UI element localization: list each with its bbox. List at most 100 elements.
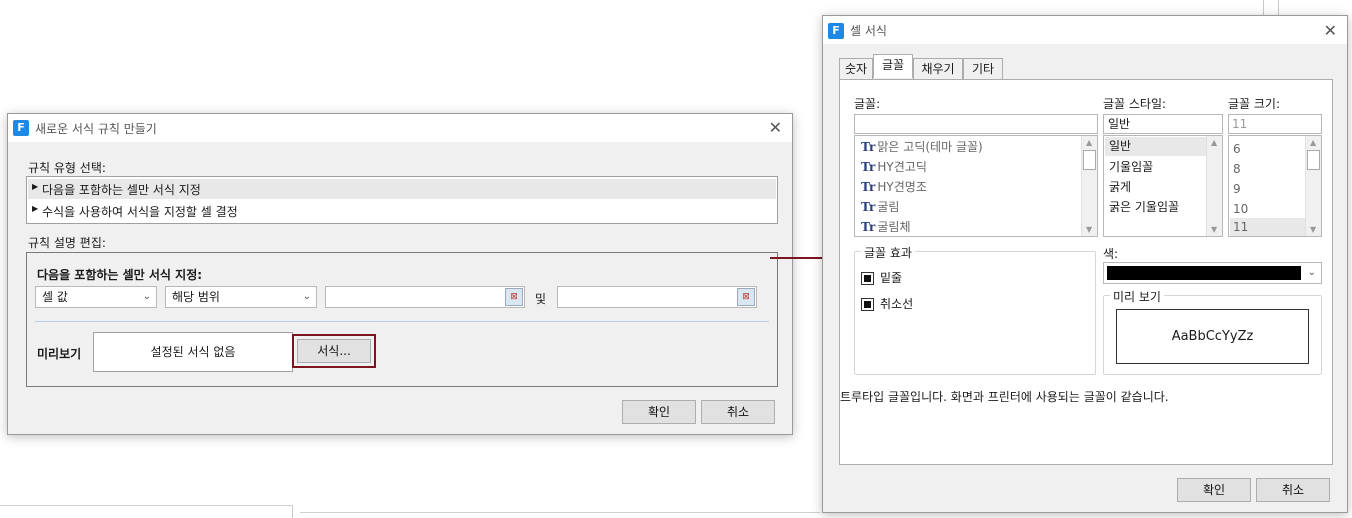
list-item[interactable]: ▶ 수식을 사용하여 서식을 지정할 셀 결정 xyxy=(28,201,776,221)
cancel-button[interactable]: 취소 xyxy=(1256,478,1330,502)
value2-input[interactable] xyxy=(557,286,757,308)
strikethrough-checkbox[interactable]: 취소선 xyxy=(861,295,913,312)
checkbox-icon xyxy=(861,272,874,285)
tab-fill[interactable]: 채우기 xyxy=(913,58,963,80)
input-value: 11 xyxy=(1232,117,1248,131)
scroll-down-icon[interactable]: ▼ xyxy=(1086,225,1092,234)
scroll-down-icon[interactable]: ▼ xyxy=(1310,225,1316,234)
list-item[interactable]: 10 xyxy=(1233,202,1248,216)
truetype-font-icon: Tr xyxy=(861,140,876,154)
close-icon[interactable]: ✕ xyxy=(1324,23,1337,39)
preview-group: 미리 보기 AaBbCcYyZz xyxy=(1103,288,1322,375)
chevron-down-icon: ⌄ xyxy=(302,291,311,302)
dialog-title: 셀 서식 xyxy=(850,24,887,38)
app-icon: F xyxy=(828,23,844,39)
list-item[interactable]: 일반 xyxy=(1105,137,1207,156)
list-item[interactable]: Tr HY견명조 xyxy=(861,178,927,195)
list-item[interactable]: Tr 굴림 xyxy=(861,198,899,215)
tab-bar: 숫자 글꼴 채우기 기타 xyxy=(839,54,1333,80)
format-button[interactable]: 서식... xyxy=(297,339,371,363)
rule-type-option: 수식을 사용하여 서식을 지정할 셀 결정 xyxy=(42,205,238,219)
truetype-font-icon: Tr xyxy=(861,220,876,234)
list-item[interactable]: 8 xyxy=(1233,162,1241,176)
condition-type-select[interactable]: 셀 값 ⌄ xyxy=(35,286,157,308)
font-style-label: 글꼴 스타일: xyxy=(1103,97,1167,111)
tab-number[interactable]: 숫자 xyxy=(839,58,873,80)
truetype-font-icon: Tr xyxy=(861,160,876,174)
ok-button[interactable]: 확인 xyxy=(1177,478,1251,502)
input-value: 일반 xyxy=(1108,117,1131,131)
font-effects-group: 글꼴 효과 밑줄 취소선 xyxy=(854,244,1096,375)
font-size-label: 글꼴 크기: xyxy=(1228,97,1281,111)
font-option: HY견고딕 xyxy=(877,160,927,174)
list-item[interactable]: Tr 굴림체 xyxy=(861,218,911,235)
list-item[interactable]: 6 xyxy=(1233,142,1241,156)
scroll-thumb[interactable] xyxy=(1083,150,1096,170)
app-icon: F xyxy=(13,120,29,136)
rule-type-label: 규칙 유형 선택: xyxy=(28,161,106,175)
list-item[interactable]: 9 xyxy=(1233,182,1241,196)
background-divider xyxy=(300,512,820,513)
list-item[interactable]: 굵게 xyxy=(1109,178,1131,195)
chevron-down-icon: ⌄ xyxy=(142,291,151,302)
font-size-scrollbar[interactable]: ▲ ▼ xyxy=(1305,136,1321,236)
list-item[interactable]: ▶ 다음을 포함하는 셀만 서식 지정 xyxy=(28,179,776,199)
tab-other[interactable]: 기타 xyxy=(963,58,1003,80)
cancel-button[interactable]: 취소 xyxy=(701,400,775,424)
range-select-icon[interactable]: ⊠ xyxy=(505,288,523,306)
preview-text: 설정된 서식 없음 xyxy=(150,345,236,359)
select-value: 셀 값 xyxy=(42,290,68,304)
preview-sample: AaBbCcYyZz xyxy=(1171,329,1254,344)
font-list: Tr 맑은 고딕(테마 글꼴) Tr HY견고딕 Tr HY견명조 Tr 굴림 Tr 굴림… xyxy=(854,135,1098,237)
condition-heading: 다음을 포함하는 셀만 서식 지정: xyxy=(37,268,203,282)
value1-input[interactable] xyxy=(325,286,525,308)
checkbox-icon xyxy=(861,298,874,311)
font-size-list: 6 8 9 10 11 ▲ ▼ xyxy=(1228,135,1322,237)
tab-font[interactable]: 글꼴 xyxy=(873,54,913,78)
checkbox-label: 취소선 xyxy=(880,297,914,311)
list-item[interactable]: Tr 맑은 고딕(테마 글꼴) xyxy=(861,138,983,155)
font-style-scrollbar[interactable]: ▲ ▼ xyxy=(1206,136,1222,236)
font-label: 글꼴: xyxy=(854,97,881,111)
scroll-up-icon[interactable]: ▲ xyxy=(1086,138,1092,147)
divider xyxy=(35,321,769,322)
truetype-font-icon: Tr xyxy=(861,200,876,214)
ok-button[interactable]: 확인 xyxy=(622,400,696,424)
color-label: 색: xyxy=(1103,247,1119,261)
title-bar: F 셀 서식 ✕ xyxy=(823,16,1347,44)
range-select-icon[interactable]: ⊠ xyxy=(737,288,755,306)
scroll-thumb[interactable] xyxy=(1307,150,1320,170)
preview-label: 미리보기 xyxy=(37,347,82,361)
operator-select[interactable]: 해당 범위 ⌄ xyxy=(165,286,317,308)
font-style-list: 일반 기울임꼴 굵게 굵은 기울임꼴 ▲ ▼ xyxy=(1103,135,1223,237)
font-style-input[interactable]: 일반 xyxy=(1103,114,1223,134)
font-name-input[interactable] xyxy=(854,114,1098,134)
dialog-title: 새로운 서식 규칙 만들기 xyxy=(35,122,157,136)
font-preview-box: AaBbCcYyZz xyxy=(1116,309,1309,364)
group-title: 미리 보기 xyxy=(1110,288,1164,305)
expand-icon: ▶ xyxy=(32,204,39,213)
font-option: 굴림체 xyxy=(877,220,911,234)
font-option: HY견명조 xyxy=(877,180,927,194)
color-select[interactable]: ⌄ xyxy=(1103,262,1322,284)
scroll-up-icon[interactable]: ▲ xyxy=(1211,138,1217,147)
list-item[interactable]: 11 xyxy=(1230,218,1306,236)
underline-checkbox[interactable]: 밑줄 xyxy=(861,269,902,286)
list-item[interactable]: 굵은 기울임꼴 xyxy=(1109,198,1179,215)
chevron-down-icon: ⌄ xyxy=(1307,267,1316,278)
select-value: 해당 범위 xyxy=(172,290,220,304)
and-label: 및 xyxy=(535,292,547,306)
font-option: 맑은 고딕(테마 글꼴) xyxy=(877,140,983,154)
scroll-down-icon[interactable]: ▼ xyxy=(1211,225,1217,234)
edit-rule-label: 규칙 설명 편집: xyxy=(28,236,106,250)
font-size-input[interactable]: 11 xyxy=(1228,114,1322,134)
font-list-scrollbar[interactable]: ▲ ▼ xyxy=(1081,136,1097,236)
list-item[interactable]: Tr HY견고딕 xyxy=(861,158,927,175)
font-info-text: 트루타입 글꼴입니다. 화면과 프린터에 사용되는 글꼴이 같습니다. xyxy=(840,390,1169,404)
background-divider xyxy=(292,505,293,518)
list-item[interactable]: 기울임꼴 xyxy=(1109,158,1153,175)
tab-panel-font: 글꼴: Tr 맑은 고딕(테마 글꼴) Tr HY견고딕 Tr HY견명조 Tr 굴림 … xyxy=(839,79,1333,465)
scroll-up-icon[interactable]: ▲ xyxy=(1310,138,1316,147)
group-title: 글꼴 효과 xyxy=(861,244,915,261)
close-icon[interactable]: ✕ xyxy=(769,120,782,136)
